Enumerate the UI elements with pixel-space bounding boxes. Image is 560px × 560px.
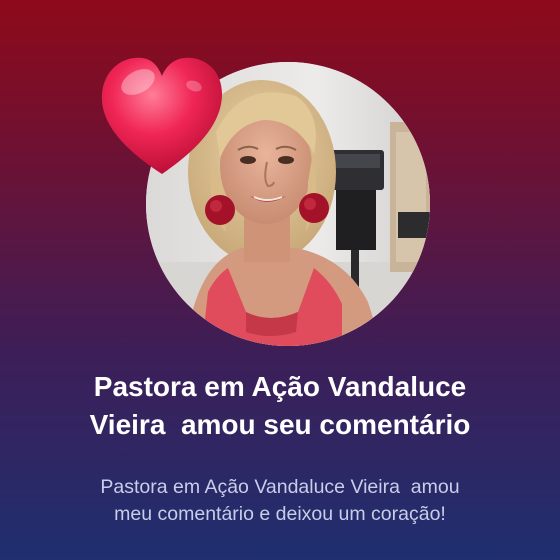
- subtitle-line-1: Pastora em Ação Vandaluce Vieira amou: [100, 476, 460, 498]
- title-line-2: Vieira amou seu comentário: [89, 409, 471, 440]
- subtitle-line-2: meu comentário e deixou um coração!: [114, 503, 446, 525]
- title-line-1: Pastora em Ação Vandaluce: [93, 371, 467, 402]
- notification-title: Pastora em Ação Vandaluce Vieira amou se…: [30, 368, 530, 444]
- notification-card: Pastora em Ação Vandaluce Vieira amou se…: [0, 0, 560, 560]
- notification-subtitle: Pastora em Ação Vandaluce Vieira amou me…: [30, 474, 530, 528]
- heart-icon: [96, 52, 228, 180]
